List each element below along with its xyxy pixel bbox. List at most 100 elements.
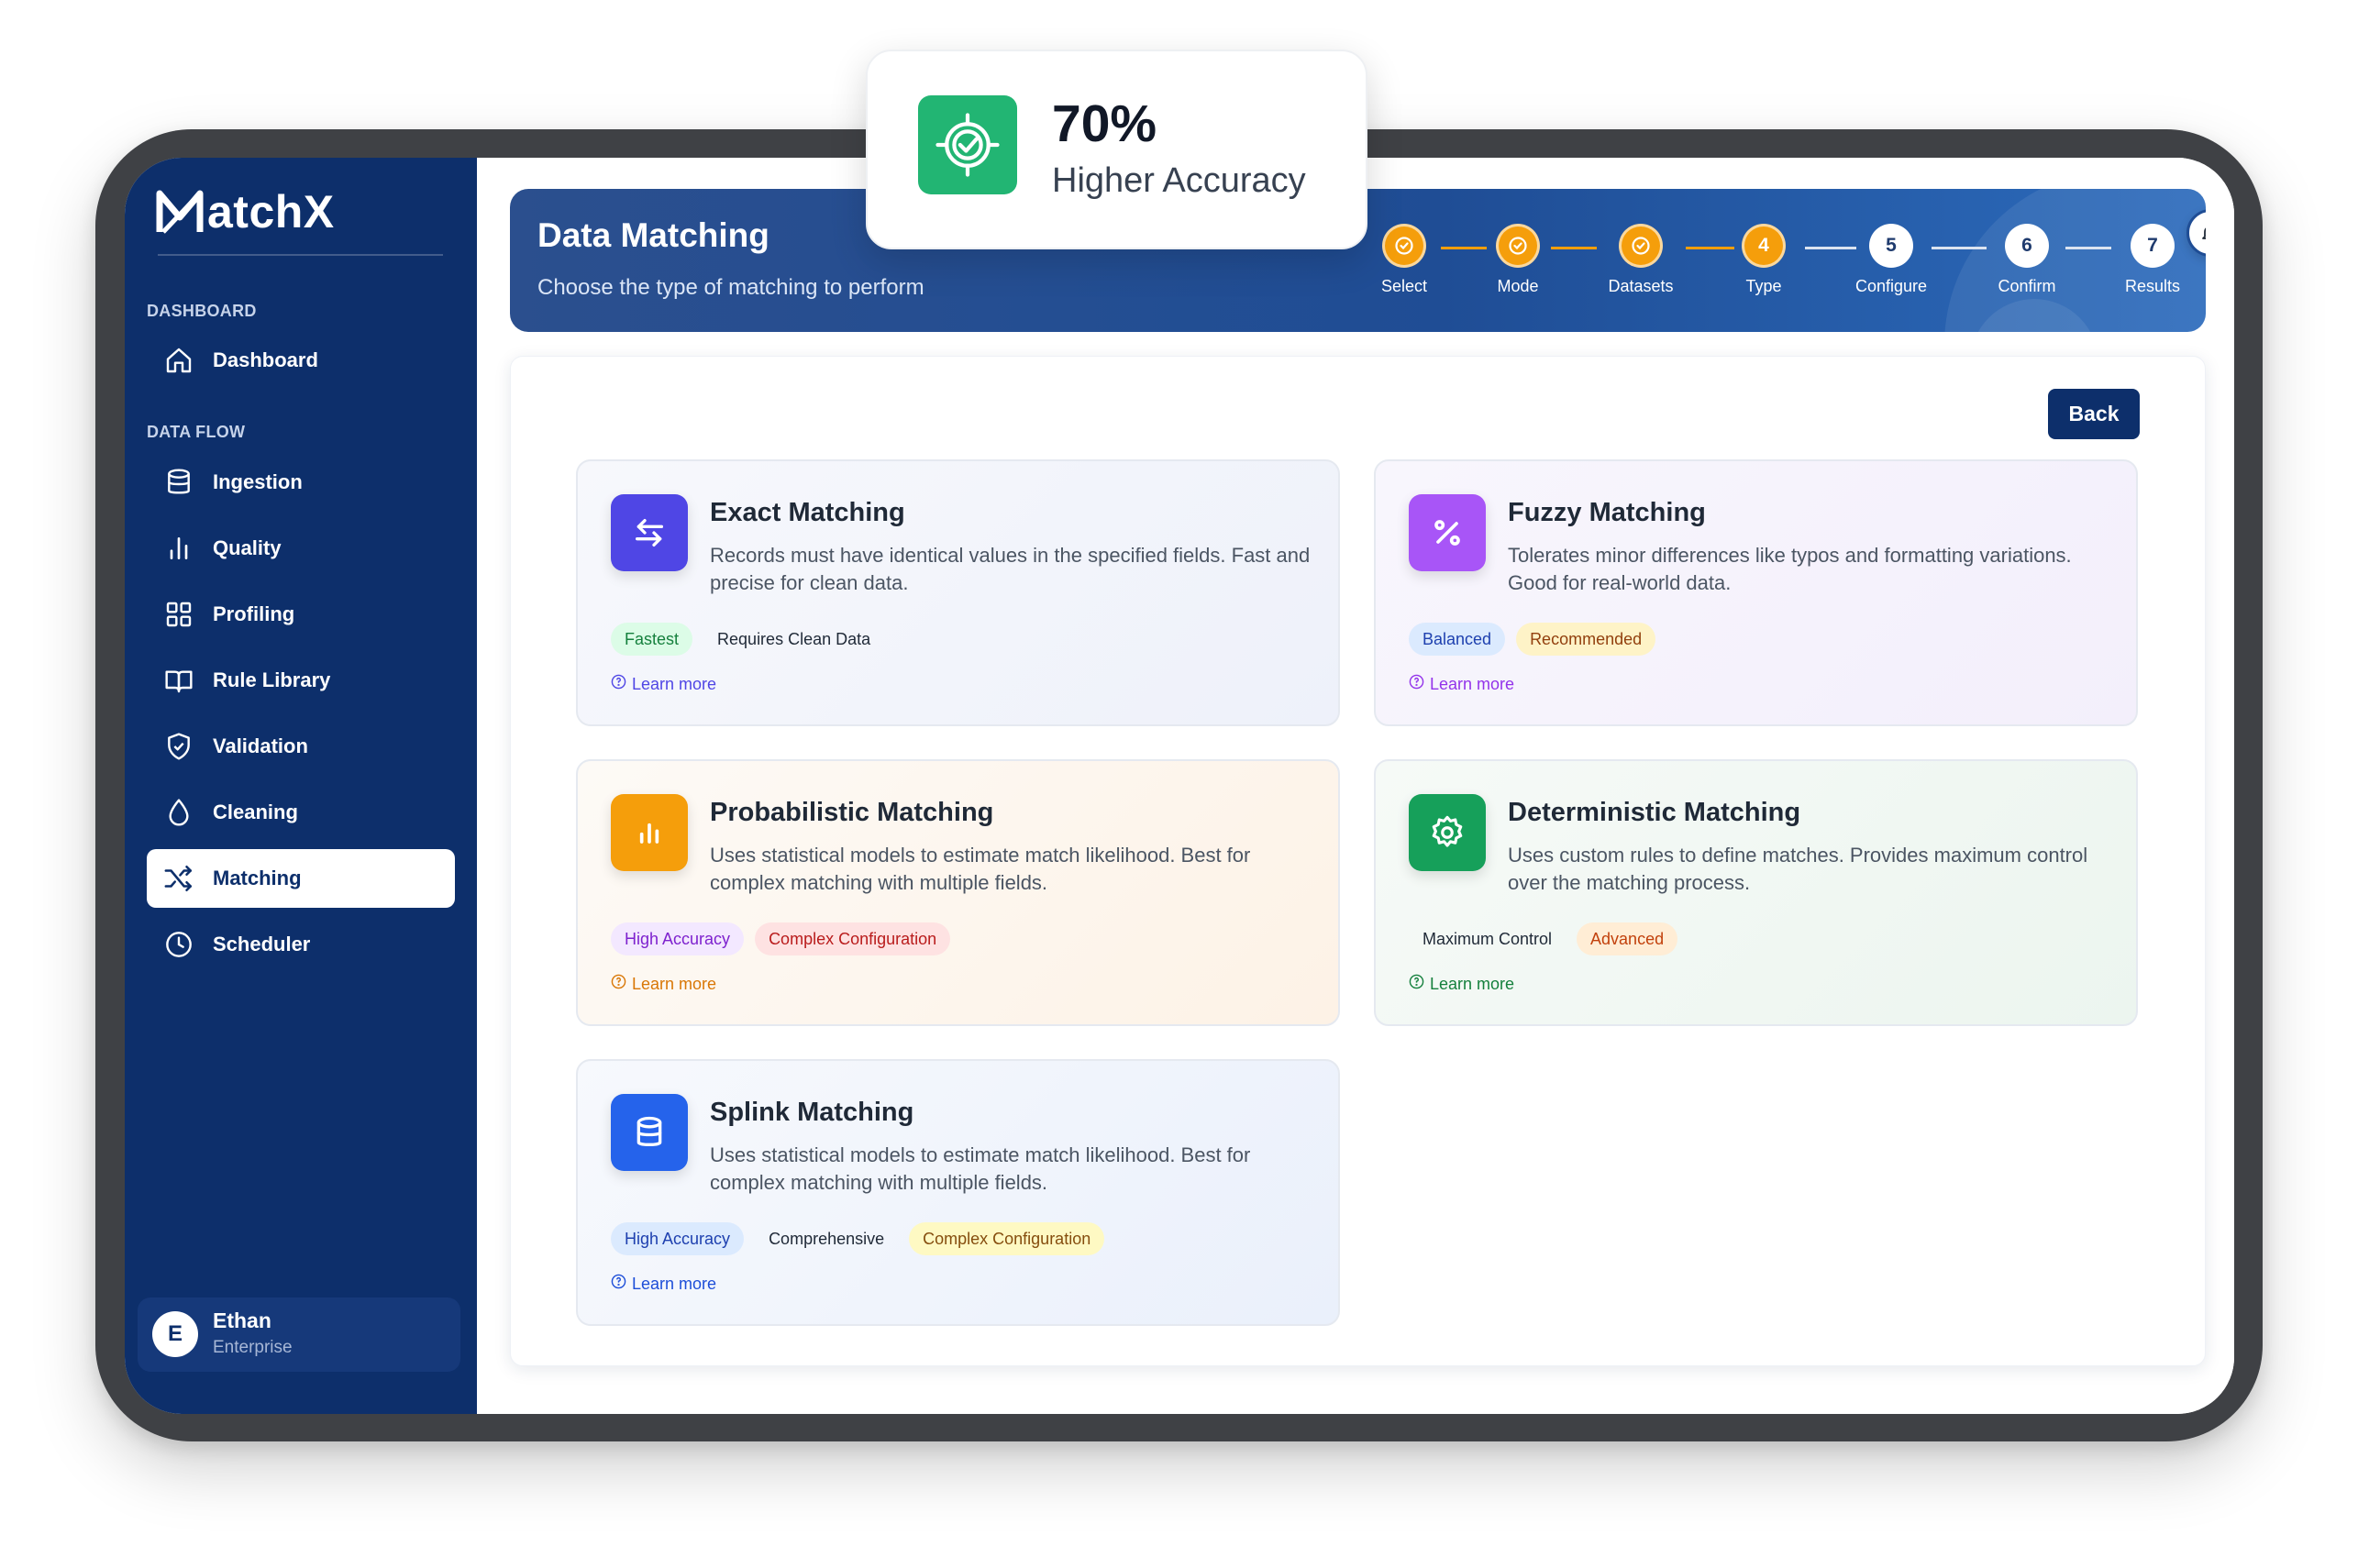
tag-list: High Accuracy Complex Configuration <box>611 922 951 955</box>
card-description: Tolerates minor differences like typos a… <box>1508 544 2072 594</box>
back-button[interactable]: Back <box>2048 389 2140 439</box>
database-icon <box>611 1094 688 1171</box>
accuracy-badge: 70% Higher Accuracy <box>866 50 1367 249</box>
tag-list: Fastest Requires Clean Data <box>611 623 884 656</box>
learn-more-link[interactable]: Learn more <box>1409 974 1514 994</box>
step-select[interactable]: Select <box>1349 224 1459 296</box>
sidebar-item-validation[interactable]: Validation <box>147 717 455 776</box>
tag: High Accuracy <box>611 1222 745 1255</box>
page-title: Data Matching <box>537 216 769 254</box>
help-circle-icon <box>1409 974 1424 994</box>
step-confirm[interactable]: 6 Confirm <box>1972 224 2082 296</box>
sidebar-item-dashboard[interactable]: Dashboard <box>147 331 455 390</box>
learn-more-link[interactable]: Learn more <box>611 674 716 694</box>
step-datasets[interactable]: Datasets <box>1586 224 1696 296</box>
sidebar-item-matching[interactable]: Matching <box>147 849 455 908</box>
home-icon <box>163 345 194 376</box>
percent-icon <box>1409 494 1486 571</box>
accuracy-label: Higher Accuracy <box>1052 161 1306 200</box>
card-deterministic-matching[interactable]: Deterministic Matching Uses custom rules… <box>1374 759 2138 1026</box>
learn-more-label: Learn more <box>632 1274 717 1293</box>
card-title: Splink Matching <box>710 1098 914 1127</box>
sidebar-item-label: Ingestion <box>213 470 303 493</box>
database-icon <box>163 467 194 498</box>
card-title: Deterministic Matching <box>1508 798 1801 827</box>
tag: Comprehensive <box>769 1229 885 1248</box>
grid-icon <box>163 599 194 630</box>
step-label: Mode <box>1497 277 1539 295</box>
sidebar-item-quality[interactable]: Quality <box>147 519 455 578</box>
step-configure[interactable]: 5 Configure <box>1836 224 1946 296</box>
step-label: Datasets <box>1608 277 1674 295</box>
step-type[interactable]: 4 Type <box>1709 224 1819 296</box>
tag: Complex Configuration <box>755 922 951 955</box>
sidebar-item-scheduler[interactable]: Scheduler <box>147 915 455 974</box>
brand-name: atchX <box>207 186 335 237</box>
sidebar-item-label: Profiling <box>213 602 295 625</box>
shuffle-icon <box>163 863 194 894</box>
learn-more-link[interactable]: Learn more <box>611 974 716 994</box>
help-circle-icon <box>611 1274 626 1294</box>
tag-list: High Accuracy Comprehensive Complex Conf… <box>611 1222 1105 1255</box>
target-check-icon <box>918 95 1017 194</box>
brand-logo[interactable]: atchX <box>154 185 335 238</box>
card-splink-matching[interactable]: Splink Matching Uses statistical models … <box>576 1059 1340 1326</box>
step-number: 6 <box>2005 224 2049 268</box>
sidebar: atchX DASHBOARD DATA FLOW Dashboard Inge… <box>125 158 477 1414</box>
card-title: Exact Matching <box>710 498 905 527</box>
sidebar-item-label: Rule Library <box>213 668 331 691</box>
learn-more-link[interactable]: Learn more <box>611 1274 716 1294</box>
main-content: Data Matching Choose the type of matchin… <box>477 158 2234 1414</box>
sidebar-item-label: Validation <box>213 734 308 757</box>
sidebar-item-label: Matching <box>213 867 302 889</box>
shield-check-icon <box>163 731 194 762</box>
sidebar-item-ingestion[interactable]: Ingestion <box>147 453 455 512</box>
check-circle-icon <box>1496 224 1540 268</box>
logo-mark-icon <box>156 190 204 234</box>
swap-arrows-icon <box>611 494 688 571</box>
avatar: E <box>152 1311 198 1357</box>
help-circle-icon <box>1409 674 1424 694</box>
tag: Advanced <box>1577 922 1678 955</box>
tag: Complex Configuration <box>909 1222 1105 1255</box>
tag: Fastest <box>611 623 693 656</box>
tag: Requires Clean Data <box>717 629 871 648</box>
tag: High Accuracy <box>611 922 745 955</box>
step-number: 4 <box>1742 224 1786 268</box>
card-description: Records must have identical values in th… <box>710 544 1311 594</box>
tag: Recommended <box>1516 623 1656 656</box>
card-probabilistic-matching[interactable]: Probabilistic Matching Uses statistical … <box>576 759 1340 1026</box>
card-fuzzy-matching[interactable]: Fuzzy Matching Tolerates minor differenc… <box>1374 459 2138 726</box>
learn-more-link[interactable]: Learn more <box>1409 674 1514 694</box>
accuracy-value: 70% <box>1052 94 1157 153</box>
sidebar-item-rule-library[interactable]: Rule Library <box>147 651 455 710</box>
user-plan: Enterprise <box>213 1338 293 1357</box>
card-exact-matching[interactable]: Exact Matching Records must have identic… <box>576 459 1340 726</box>
section-label-dashboard: DASHBOARD <box>147 302 257 320</box>
bar-chart-icon <box>163 533 194 564</box>
sidebar-item-cleaning[interactable]: Cleaning <box>147 783 455 842</box>
help-circle-icon <box>611 674 626 694</box>
step-number: 5 <box>1869 224 1913 268</box>
step-label: Confirm <box>1998 277 2056 295</box>
logo-divider <box>158 254 443 256</box>
tag-list: Balanced Recommended <box>1409 623 1656 656</box>
learn-more-label: Learn more <box>632 674 717 693</box>
sidebar-item-label: Scheduler <box>213 933 311 955</box>
section-label-data-flow: DATA FLOW <box>147 423 246 441</box>
card-description: Uses custom rules to define matches. Pro… <box>1508 844 2088 894</box>
step-label: Select <box>1380 277 1428 295</box>
droplet-icon <box>163 797 194 828</box>
sidebar-item-label: Dashboard <box>213 348 318 371</box>
tag-list: Maximum Control Advanced <box>1409 922 1678 955</box>
sidebar-item-profiling[interactable]: Profiling <box>147 585 455 644</box>
page-subtitle: Choose the type of matching to perform <box>537 275 924 300</box>
tag: Maximum Control <box>1423 929 1553 948</box>
book-icon <box>163 665 194 696</box>
user-profile-card[interactable]: E Ethan Enterprise <box>138 1297 460 1372</box>
app-window: atchX DASHBOARD DATA FLOW Dashboard Inge… <box>125 158 2234 1414</box>
matching-type-panel: Back Exact Matching Records must have id… <box>510 356 2206 1366</box>
step-mode[interactable]: Mode <box>1463 224 1573 296</box>
sidebar-item-label: Quality <box>213 536 282 559</box>
bar-chart-icon <box>611 794 688 871</box>
